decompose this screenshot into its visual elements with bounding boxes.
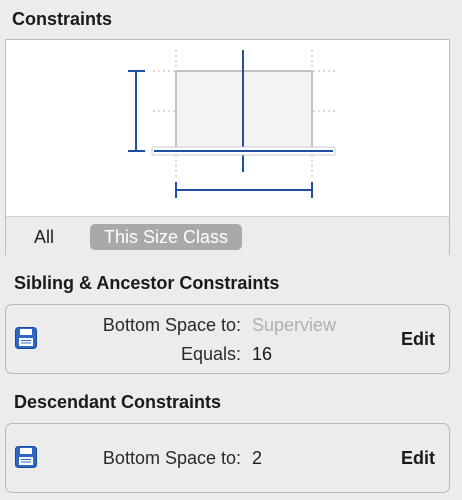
descendant-constraints-title: Descendant Constraints [14,392,222,412]
height-constraint[interactable] [128,70,145,152]
constraint-diagram [128,50,336,198]
edit-button[interactable]: Edit [401,329,435,350]
floppy-constraint-icon [15,446,37,468]
sibling-ancestor-title: Sibling & Ancestor Constraints [14,273,280,293]
first-item-label: Bottom Space to: [102,315,241,335]
constraint-editor: All This Size Class [5,39,450,255]
width-constraint[interactable] [175,182,313,198]
constant-value[interactable]: 16 [252,344,272,365]
constant-value[interactable]: 2 [252,448,262,469]
relation-label: Equals: [180,344,241,364]
floppy-constraint-icon [15,327,37,349]
bottom-space-constraint-card[interactable]: Bottom Space to: Superview Equals: 16 Ed… [5,304,450,374]
descendant-constraint-card[interactable]: Bottom Space to: 2 Edit [5,423,450,493]
edit-button[interactable]: Edit [401,448,435,469]
this-size-class-tab[interactable]: This Size Class [90,224,243,250]
first-item-label: Bottom Space to: [102,448,241,468]
first-item-value[interactable]: Superview [252,315,336,336]
all-size-classes-tab[interactable]: All [34,227,54,248]
size-class-bar: All This Size Class [6,216,449,255]
constraints-title: Constraints [12,9,113,29]
